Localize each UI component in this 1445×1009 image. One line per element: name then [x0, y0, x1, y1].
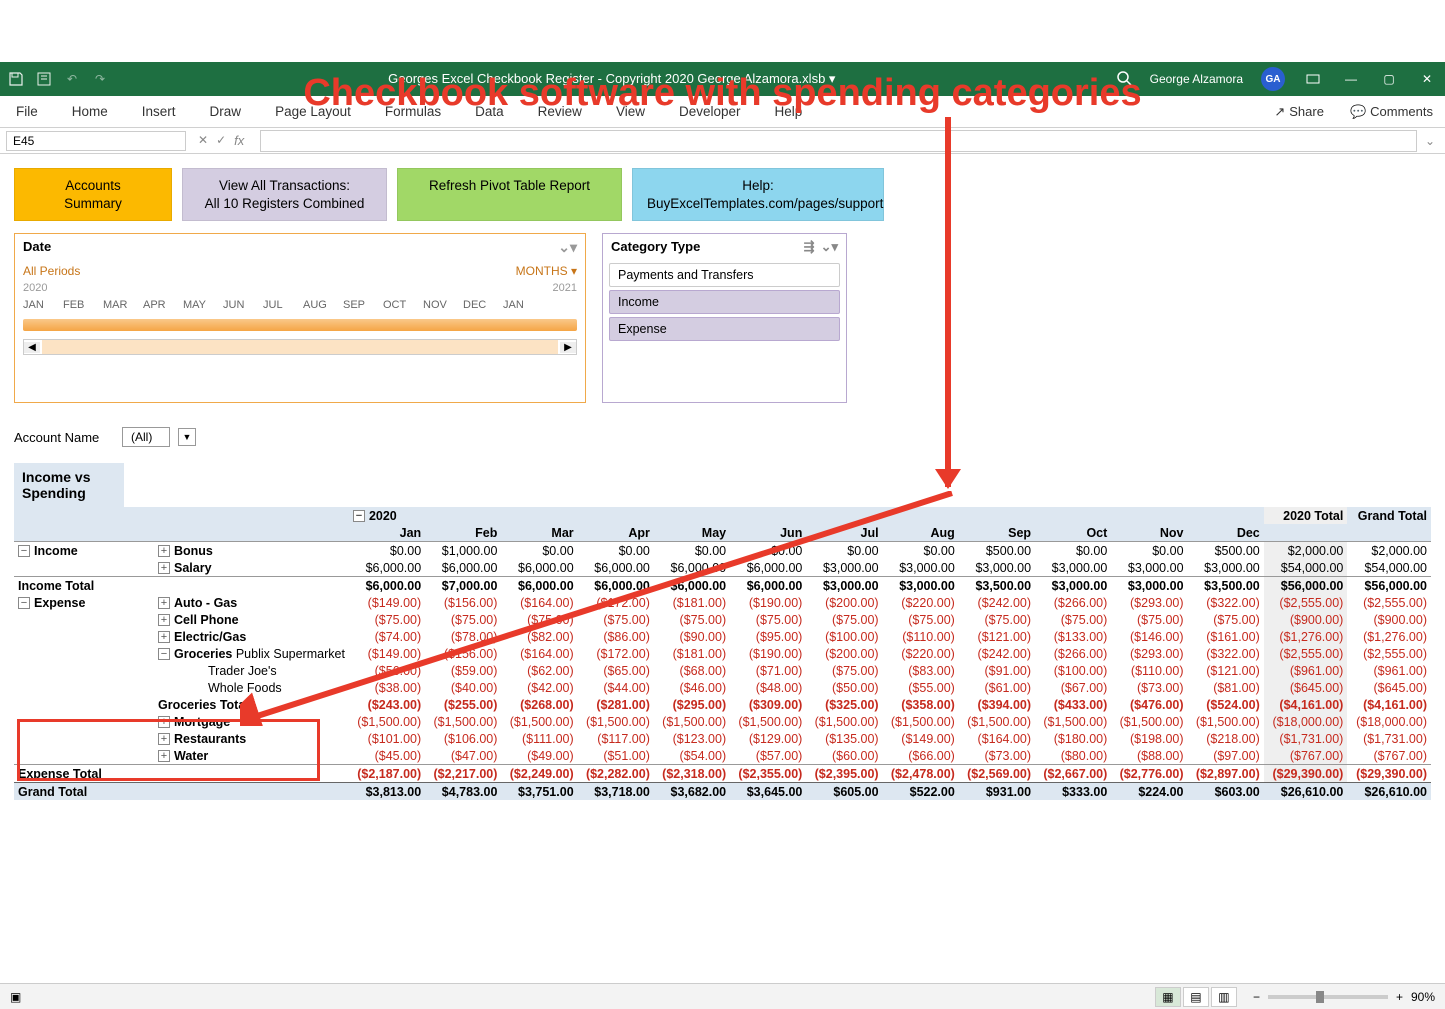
- pivot-table: Income vs Spending −20202020 TotalGrand …: [14, 463, 1431, 800]
- expand-icon[interactable]: +: [158, 562, 170, 574]
- expand-formula-icon[interactable]: ⌄: [1421, 134, 1439, 148]
- fx-icon[interactable]: fx: [234, 133, 244, 148]
- table-row: +Mortgage($1,500.00)($1,500.00)($1,500.0…: [14, 713, 1431, 730]
- timeline-month[interactable]: JAN: [23, 299, 63, 311]
- table-row: Whole Foods($38.00)($40.00)($42.00)($44.…: [14, 679, 1431, 696]
- timeline-month[interactable]: NOV: [423, 299, 463, 311]
- timeline-month[interactable]: DEC: [463, 299, 503, 311]
- zoom-out-icon[interactable]: −: [1253, 990, 1260, 1004]
- zoom-level[interactable]: 90%: [1411, 990, 1435, 1004]
- table-row: −Expense+Auto - Gas($149.00)($156.00)($1…: [14, 594, 1431, 611]
- record-macro-icon[interactable]: ▣: [10, 990, 21, 1004]
- table-row: +Electric/Gas($74.00)($78.00)($82.00)($8…: [14, 628, 1431, 645]
- cat-expense[interactable]: Expense: [609, 317, 840, 341]
- table-row: −Groceries Publix Supermarket($149.00)($…: [14, 645, 1431, 662]
- cat-slicer-title: Category Type: [611, 239, 700, 255]
- formula-bar: E45 ✕ ✓ fx ⌄: [0, 128, 1445, 154]
- all-periods-label: All Periods: [23, 264, 80, 278]
- accept-formula-icon[interactable]: ✓: [216, 133, 226, 148]
- scroll-thumb[interactable]: [42, 340, 558, 354]
- account-name-dropdown[interactable]: ▼: [178, 428, 196, 446]
- normal-view-icon[interactable]: ▦: [1155, 987, 1181, 1007]
- cat-payments[interactable]: Payments and Transfers: [609, 263, 840, 287]
- table-row: +Salary$6,000.00$6,000.00$6,000.00$6,000…: [14, 559, 1431, 577]
- annotation-title: Checkbook software with spending categor…: [0, 72, 1445, 115]
- name-box[interactable]: E45: [6, 131, 186, 151]
- timeline-month[interactable]: APR: [143, 299, 183, 311]
- scroll-right-icon[interactable]: ▶: [560, 342, 576, 353]
- collapse-icon[interactable]: −: [158, 648, 170, 660]
- date-timeline-slicer[interactable]: Date⌄▾ All PeriodsMONTHS ▾ 20202021 JANF…: [14, 233, 586, 403]
- zoom-in-icon[interactable]: +: [1396, 990, 1403, 1004]
- timeline-month[interactable]: JUN: [223, 299, 263, 311]
- multiselect-icon[interactable]: ⇶: [804, 239, 815, 255]
- help-button[interactable]: Help: BuyExcelTemplates.com/pages/suppor…: [632, 168, 884, 221]
- page-layout-view-icon[interactable]: ▤: [1183, 987, 1209, 1007]
- year-right: 2021: [553, 282, 577, 294]
- expand-icon[interactable]: +: [158, 716, 170, 728]
- scroll-left-icon[interactable]: ◀: [24, 342, 40, 353]
- timeline-month[interactable]: OCT: [383, 299, 423, 311]
- account-name-value[interactable]: (All): [122, 427, 170, 447]
- timeline-month[interactable]: AUG: [303, 299, 343, 311]
- clear-slicer-icon[interactable]: ⌄▾: [821, 239, 838, 255]
- expand-icon[interactable]: +: [158, 750, 170, 762]
- status-bar: ▣ ▦ ▤ ▥ − + 90%: [0, 983, 1445, 1009]
- table-row: Expense Total($2,187.00)($2,217.00)($2,2…: [14, 765, 1431, 783]
- accounts-summary-button[interactable]: Accounts Summary: [14, 168, 172, 221]
- expand-icon[interactable]: +: [158, 733, 170, 745]
- timeline-month[interactable]: JAN: [503, 299, 543, 311]
- timeline-month[interactable]: MAY: [183, 299, 223, 311]
- timeline-month[interactable]: MAR: [103, 299, 143, 311]
- table-row: Grand Total$3,813.00$4,783.00$3,751.00$3…: [14, 783, 1431, 801]
- timeline-scrollbar[interactable]: ◀▶: [23, 339, 577, 355]
- collapse-year-icon[interactable]: −: [353, 510, 365, 522]
- expand-icon[interactable]: +: [158, 614, 170, 626]
- collapse-icon[interactable]: −: [18, 545, 30, 557]
- table-row: Trader Joe's($56.00)($59.00)($62.00)($65…: [14, 662, 1431, 679]
- timeline-month[interactable]: JUL: [263, 299, 303, 311]
- date-slicer-title: Date: [23, 239, 51, 256]
- cancel-formula-icon[interactable]: ✕: [198, 133, 208, 148]
- table-row: Groceries Total($243.00)($255.00)($268.0…: [14, 696, 1431, 713]
- expand-icon[interactable]: +: [158, 631, 170, 643]
- year-left: 2020: [23, 282, 47, 294]
- account-name-label: Account Name: [14, 430, 114, 445]
- cat-income[interactable]: Income: [609, 290, 840, 314]
- timeline-month[interactable]: SEP: [343, 299, 383, 311]
- timeline-months[interactable]: JANFEBMARAPRMAYJUNJULAUGSEPOCTNOVDECJAN: [15, 295, 585, 315]
- table-row: Income Total$6,000.00$7,000.00$6,000.00$…: [14, 577, 1431, 595]
- zoom-slider[interactable]: [1268, 995, 1388, 999]
- table-row: +Restaurants($101.00)($106.00)($111.00)(…: [14, 730, 1431, 747]
- timeline-bar[interactable]: [23, 319, 577, 331]
- category-type-slicer[interactable]: Category Type⇶⌄▾ Payments and Transfers …: [602, 233, 847, 403]
- table-row: −Income+Bonus$0.00$1,000.00$0.00$0.00$0.…: [14, 542, 1431, 560]
- annotation-arrow-down: [945, 117, 951, 487]
- months-dropdown[interactable]: MONTHS ▾: [516, 264, 577, 278]
- timeline-month[interactable]: FEB: [63, 299, 103, 311]
- expand-icon[interactable]: +: [158, 545, 170, 557]
- table-row: +Cell Phone($75.00)($75.00)($75.00)($75.…: [14, 611, 1431, 628]
- formula-input[interactable]: [260, 130, 1417, 152]
- view-all-transactions-button[interactable]: View All Transactions: All 10 Registers …: [182, 168, 387, 221]
- table-row: +Water($45.00)($47.00)($49.00)($51.00)($…: [14, 747, 1431, 765]
- expand-icon[interactable]: +: [158, 597, 170, 609]
- collapse-icon[interactable]: −: [18, 597, 30, 609]
- refresh-pivot-button[interactable]: Refresh Pivot Table Report: [397, 168, 622, 221]
- clear-filter-icon[interactable]: ⌄▾: [558, 239, 577, 256]
- page-break-view-icon[interactable]: ▥: [1211, 987, 1237, 1007]
- pivot-title: Income vs Spending: [14, 463, 124, 507]
